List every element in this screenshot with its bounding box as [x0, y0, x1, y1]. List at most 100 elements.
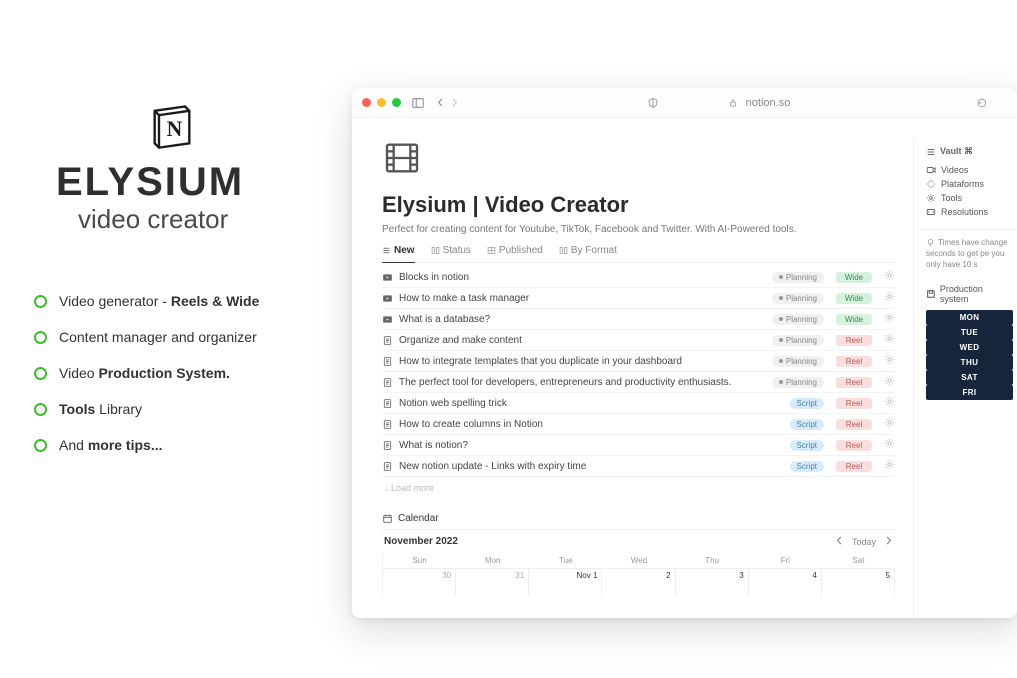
svg-text:N: N [167, 117, 183, 141]
bulb-icon [926, 238, 935, 247]
content-rows: Blocks in notionPlanningWideHow to make … [382, 267, 895, 477]
row-settings-icon[interactable] [878, 375, 895, 389]
format-pill: Reel [836, 461, 872, 472]
content-row[interactable]: How to make a task managerPlanningWide [382, 288, 895, 309]
minimize-window-icon[interactable] [377, 98, 386, 107]
bullet-ring-icon [34, 439, 47, 452]
vault-item-videos[interactable]: Videos [926, 163, 1013, 177]
calendar-dayhead: Sun [383, 553, 456, 568]
vault-item-tools[interactable]: Tools [926, 191, 1013, 205]
content-row[interactable]: How to integrate templates that you dupl… [382, 351, 895, 372]
row-settings-icon[interactable] [878, 438, 895, 452]
row-title: What is notion? [399, 440, 784, 451]
row-title: New notion update - Links with expiry ti… [399, 461, 784, 472]
tip-block: Times have change seconds to get pe you … [922, 230, 1017, 278]
feature-item: And more tips... [34, 437, 334, 453]
vault-item-plataforms[interactable]: Plataforms [926, 177, 1013, 191]
tab-new[interactable]: New [382, 245, 415, 263]
vault-title[interactable]: Vault ⌘ [940, 146, 973, 157]
row-settings-icon[interactable] [878, 354, 895, 368]
calendar-dayhead: Tue [529, 553, 602, 568]
format-pill: Wide [836, 293, 872, 304]
row-title: Organize and make content [399, 335, 766, 346]
calendar-today-button[interactable]: Today [852, 537, 876, 547]
feature-item: Content manager and organizer [34, 329, 334, 345]
format-pill: Reel [836, 377, 872, 388]
maximize-window-icon[interactable] [392, 98, 401, 107]
day-chip[interactable]: TUE [926, 325, 1013, 340]
status-pill: Planning [772, 314, 824, 325]
content-row[interactable]: Notion web spelling trickScriptReel [382, 393, 895, 414]
day-chip[interactable]: WED [926, 340, 1013, 355]
status-pill: Script [790, 461, 824, 472]
calendar-cell[interactable]: Nov 1 [529, 568, 602, 596]
row-settings-icon[interactable] [878, 270, 895, 284]
format-pill: Wide [836, 314, 872, 325]
tab-status[interactable]: Status [431, 245, 471, 262]
content-row[interactable]: What is a database?PlanningWide [382, 309, 895, 330]
feature-list: Video generator - Reels & WideContent ma… [34, 293, 334, 453]
production-system-title[interactable]: Production system [940, 284, 1013, 304]
calendar-cell[interactable]: 5 [822, 568, 895, 596]
calendar-dayhead: Mon [456, 553, 529, 568]
day-chip[interactable]: THU [926, 355, 1013, 370]
content-row[interactable]: The perfect tool for developers, entrepr… [382, 372, 895, 393]
calendar-month: November 2022 [384, 536, 458, 547]
browser-toolbar: notion.so [352, 88, 1017, 118]
load-more-button[interactable]: ↓ Load more [382, 477, 895, 499]
calendar-dayhead: Thu [676, 553, 749, 568]
day-chip[interactable]: SAT [926, 370, 1013, 385]
content-row[interactable]: Organize and make contentPlanningReel [382, 330, 895, 351]
calendar-dayhead: Fri [749, 553, 822, 568]
format-pill: Reel [836, 419, 872, 430]
lock-icon [726, 96, 740, 110]
row-settings-icon[interactable] [878, 291, 895, 305]
content-row[interactable]: How to create columns in NotionScriptRee… [382, 414, 895, 435]
refresh-icon[interactable] [975, 96, 989, 110]
format-pill: Reel [836, 335, 872, 346]
window-controls[interactable] [362, 98, 401, 107]
tab-published[interactable]: Published [487, 245, 543, 262]
row-settings-icon[interactable] [878, 312, 895, 326]
calendar-dayhead: Wed [602, 553, 675, 568]
row-settings-icon[interactable] [878, 417, 895, 431]
content-row[interactable]: Blocks in notionPlanningWide [382, 267, 895, 288]
address-bar[interactable]: notion.so [746, 97, 791, 109]
row-settings-icon[interactable] [878, 333, 895, 347]
calendar-cell[interactable]: 2 [602, 568, 675, 596]
status-pill: Planning [772, 377, 824, 388]
forward-icon[interactable] [447, 96, 461, 110]
calendar-cell[interactable]: 30 [383, 568, 456, 596]
content-row[interactable]: What is notion? Script Reel [382, 435, 895, 456]
status-pill: Script [790, 440, 824, 451]
calendar-cell[interactable]: 31 [456, 568, 529, 596]
calendar-cell[interactable]: 4 [749, 568, 822, 596]
tab-by-format[interactable]: By Format [559, 245, 617, 262]
brand-subtitle: video creator [78, 204, 228, 235]
status-pill: Planning [772, 272, 824, 283]
calendar-prev-icon[interactable] [835, 536, 844, 547]
calendar-block: Calendar November 2022 Today SunMonTueWe… [382, 513, 895, 596]
back-icon[interactable] [433, 96, 447, 110]
format-pill: Reel [836, 440, 872, 451]
calendar-dayhead: Sat [822, 553, 895, 568]
sidebar-toggle-icon[interactable] [411, 96, 425, 110]
row-settings-icon[interactable] [878, 459, 895, 473]
content-row[interactable]: New notion update - Links with expiry ti… [382, 456, 895, 477]
close-window-icon[interactable] [362, 98, 371, 107]
row-title: How to make a task manager [399, 293, 766, 304]
status-pill: Script [790, 419, 824, 430]
save-icon [926, 289, 936, 299]
page-icon-film [382, 138, 422, 178]
marketing-panel: N ELYSIUM video creator Video generator … [34, 100, 334, 473]
day-chip[interactable]: MON [926, 310, 1013, 325]
row-title: The perfect tool for developers, entrepr… [399, 377, 766, 388]
day-chip[interactable]: FRI [926, 385, 1013, 400]
bullet-ring-icon [34, 367, 47, 380]
row-settings-icon[interactable] [878, 396, 895, 410]
calendar-tab-label[interactable]: Calendar [398, 513, 439, 524]
vault-item-resolutions[interactable]: Resolutions [926, 205, 1013, 219]
calendar-next-icon[interactable] [884, 536, 893, 547]
row-title: How to integrate templates that you dupl… [399, 356, 766, 367]
calendar-cell[interactable]: 3 [676, 568, 749, 596]
